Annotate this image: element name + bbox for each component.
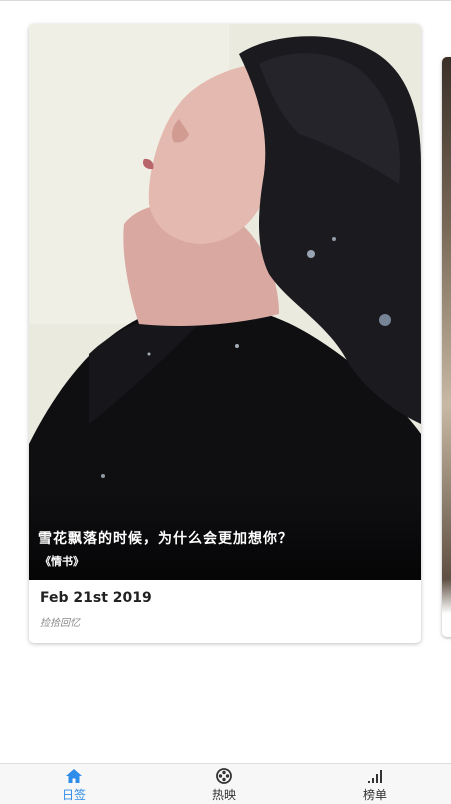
tab-daily[interactable]: 日签	[34, 764, 114, 804]
home-icon	[65, 768, 83, 784]
signal-bars-icon	[366, 768, 384, 784]
card-date: Feb 21st 2019	[40, 590, 152, 606]
tab-rankings[interactable]: 榜单	[335, 764, 415, 804]
card-photo: 雪花飘落的时候，为什么会更加想你？ 《情书》	[29, 24, 421, 580]
card-quote: 雪花飘落的时候，为什么会更加想你？	[38, 531, 293, 547]
top-divider	[0, 0, 451, 1]
tab-now-showing-label: 热映	[211, 788, 236, 802]
film-reel-icon	[215, 768, 233, 784]
tab-daily-label: 日签	[61, 788, 86, 802]
card-subtitle: 捡拾回忆	[40, 618, 80, 629]
tab-rankings-label: 榜单	[362, 788, 387, 802]
tab-now-showing[interactable]: 热映	[184, 764, 264, 804]
card-film-title: 《情书》	[40, 555, 84, 568]
next-card-peek[interactable]	[442, 57, 451, 637]
daily-card[interactable]: 雪花飘落的时候，为什么会更加想你？ 《情书》 Feb 21st 2019 捡拾回…	[29, 24, 421, 643]
bottom-tab-bar: 日签 热映 榜单	[0, 763, 451, 804]
